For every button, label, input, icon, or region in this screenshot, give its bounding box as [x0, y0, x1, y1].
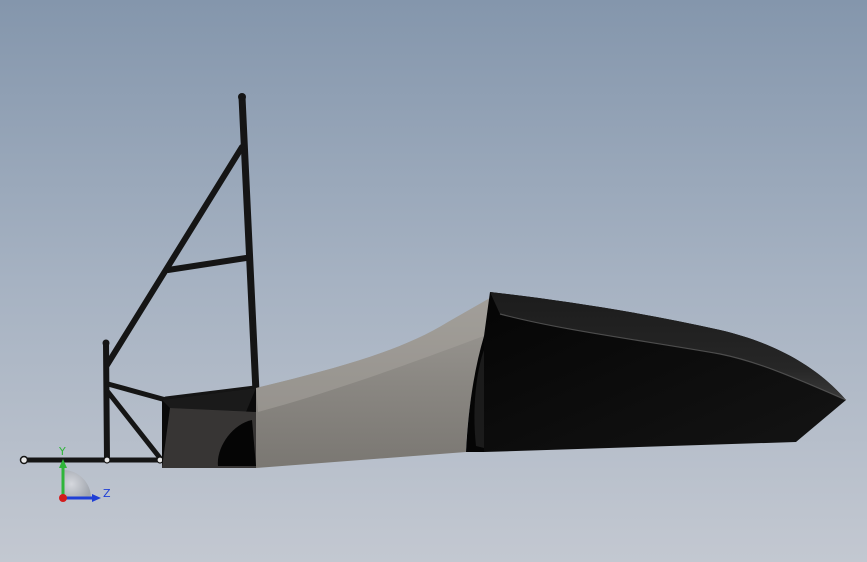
triad-x-origin [59, 494, 67, 502]
chassis-body[interactable] [162, 292, 847, 468]
cross-tube[interactable] [165, 255, 249, 273]
coordinate-triad[interactable]: Y Z [58, 445, 111, 502]
triad-quadrant [63, 470, 91, 498]
triad-y-label: Y [58, 445, 66, 458]
lower-link-tube[interactable] [105, 381, 169, 403]
lower-diagonal-tube[interactable] [105, 389, 163, 461]
3d-model-view[interactable]: Y Z [0, 0, 867, 562]
rear-upright-tube[interactable] [103, 340, 110, 463]
triad-z-arrow [92, 494, 101, 502]
graphics-viewport[interactable]: Y Z [0, 0, 867, 562]
triad-z-label: Z [103, 487, 111, 500]
hoop-brace-tube[interactable] [104, 144, 245, 368]
